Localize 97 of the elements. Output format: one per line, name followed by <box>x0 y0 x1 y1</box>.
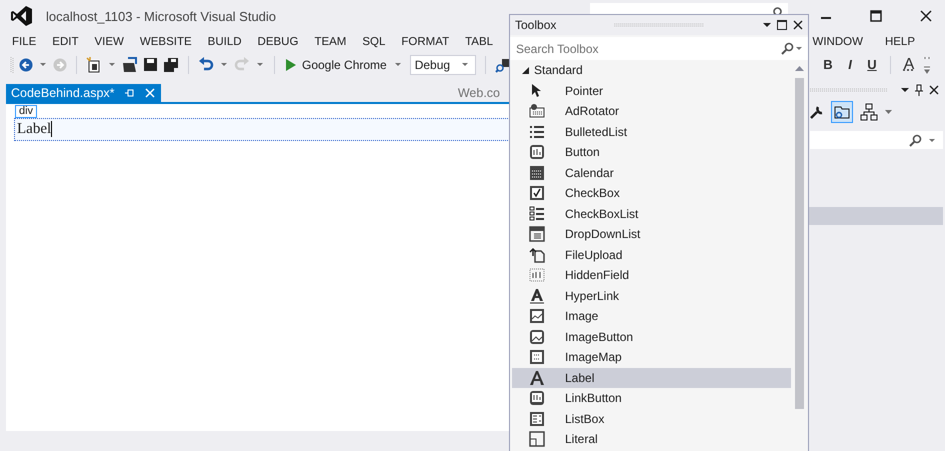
caret-icon[interactable] <box>109 63 115 66</box>
menu-item[interactable]: HELP <box>884 36 915 48</box>
literal-icon <box>529 431 545 448</box>
expanded-arrow-icon <box>522 66 529 74</box>
open-folder-icon[interactable] <box>122 56 138 72</box>
list-icon <box>529 124 545 140</box>
folder-search-icon[interactable] <box>831 101 853 123</box>
group-header[interactable]: Standard <box>512 60 791 80</box>
caret-icon[interactable] <box>221 63 227 66</box>
menu-item[interactable]: FILE <box>12 36 36 48</box>
search-icon[interactable] <box>781 42 794 55</box>
toolbox-item[interactable]: HiddenField <box>512 265 791 286</box>
close-icon[interactable] <box>929 85 939 95</box>
pin-icon[interactable] <box>915 84 923 96</box>
menu-item[interactable]: VIEW <box>94 36 124 48</box>
menu-item[interactable]: WINDOW <box>812 36 863 48</box>
menu-item[interactable]: WEBSITE <box>140 36 192 48</box>
grip-icon <box>808 88 888 92</box>
toolbox-item[interactable]: ListBox <box>512 408 791 429</box>
toolbox-item[interactable]: Label <box>512 368 791 388</box>
menu-item[interactable]: FORMAT <box>401 36 450 48</box>
toolbox-item[interactable]: CheckBoxList <box>512 204 791 224</box>
toolbox-item[interactable]: LinkButton <box>512 388 791 408</box>
button-icon <box>529 144 545 160</box>
menu-item[interactable]: TEAM <box>314 36 346 48</box>
undo-icon[interactable] <box>198 56 214 72</box>
search-field[interactable] <box>810 131 943 149</box>
caret-icon[interactable] <box>257 63 263 66</box>
search-icon <box>909 134 922 146</box>
picture-button-icon <box>529 328 545 345</box>
maximize-icon[interactable] <box>777 20 787 30</box>
toolbox-item[interactable]: AdRotator <box>512 101 791 122</box>
toolbox-item[interactable]: ImageMap <box>512 347 791 368</box>
toolbox-item[interactable]: Image <box>512 306 791 326</box>
letter-icon <box>529 370 545 386</box>
wrench-icon[interactable] <box>810 105 824 119</box>
toolbox-item[interactable]: Button <box>512 142 791 162</box>
document-tab[interactable]: Web.co <box>452 84 506 102</box>
search-field[interactable]: Search Toolbox <box>510 37 808 60</box>
element-tag: div <box>15 105 38 118</box>
caret-icon[interactable] <box>796 47 802 50</box>
save-icon[interactable] <box>143 57 158 72</box>
caret-icon <box>394 63 401 66</box>
menu-item[interactable]: BUILD <box>208 36 242 48</box>
file-upload-icon <box>529 246 545 263</box>
list-box-icon <box>529 410 545 427</box>
letter-icon <box>529 288 545 304</box>
close-icon[interactable] <box>920 10 932 22</box>
link-button-icon <box>529 390 545 406</box>
underline-button[interactable]: U <box>864 57 880 72</box>
logo-icon <box>11 5 33 27</box>
checkbox-icon <box>529 185 545 202</box>
dropdown-icon[interactable] <box>901 88 909 92</box>
configuration-dropdown[interactable]: Debug <box>410 54 476 74</box>
new-project-icon[interactable] <box>86 56 102 72</box>
toolbox-item[interactable]: DropDownList <box>512 224 791 244</box>
toolbox-item[interactable]: Literal <box>512 429 791 450</box>
save-all-icon[interactable] <box>163 56 179 72</box>
toolbox-item[interactable]: CheckBox <box>512 183 791 204</box>
toolbox-item[interactable]: FileUpload <box>512 244 791 265</box>
map-frame-icon <box>529 349 545 366</box>
picture-icon <box>529 308 545 324</box>
maximize-icon[interactable] <box>870 10 882 22</box>
caret-icon[interactable] <box>885 110 892 114</box>
bold-button[interactable]: B <box>820 57 836 72</box>
font-color-button[interactable]: A <box>901 56 917 74</box>
menu-item[interactable]: DEBUG <box>258 36 298 48</box>
window-title: localhost_1103 - Microsoft Visual Studio <box>46 8 276 24</box>
image-frame-icon <box>529 103 545 120</box>
panel-title: Toolbox <box>515 18 556 32</box>
dropdown-list-icon <box>529 226 545 242</box>
checklist-icon <box>529 206 545 222</box>
toolbox-item[interactable]: BulletedList <box>512 122 791 142</box>
scroll-thumb[interactable] <box>795 78 804 409</box>
find-icon[interactable] <box>494 56 511 72</box>
menu-item[interactable]: SQL <box>362 36 386 48</box>
caret-icon <box>462 63 468 66</box>
toolbox-item[interactable]: HyperLink <box>512 286 791 306</box>
close-icon[interactable] <box>793 20 803 30</box>
toolbox-item[interactable]: Pointer <box>512 80 791 101</box>
hierarchy-icon[interactable] <box>860 103 878 121</box>
caret-icon[interactable] <box>40 63 46 66</box>
play-icon <box>286 58 296 70</box>
calendar-icon <box>529 164 545 181</box>
menu-item[interactable]: EDIT <box>52 36 78 48</box>
back-icon[interactable] <box>19 58 33 72</box>
overflow-icon[interactable] <box>923 56 931 74</box>
menu-item[interactable]: TABL <box>465 36 494 48</box>
toolbox-item[interactable]: Calendar <box>512 162 791 183</box>
scroll-up-icon[interactable] <box>795 66 804 71</box>
label-control: Label <box>17 121 52 137</box>
italic-button[interactable]: I <box>842 57 858 72</box>
text-field-icon <box>529 267 545 284</box>
run-button[interactable]: Google Chrome <box>284 58 405 72</box>
grip-icon <box>10 56 14 74</box>
caret-icon <box>929 138 935 142</box>
toolbox-item[interactable]: ImageButton <box>512 326 791 347</box>
